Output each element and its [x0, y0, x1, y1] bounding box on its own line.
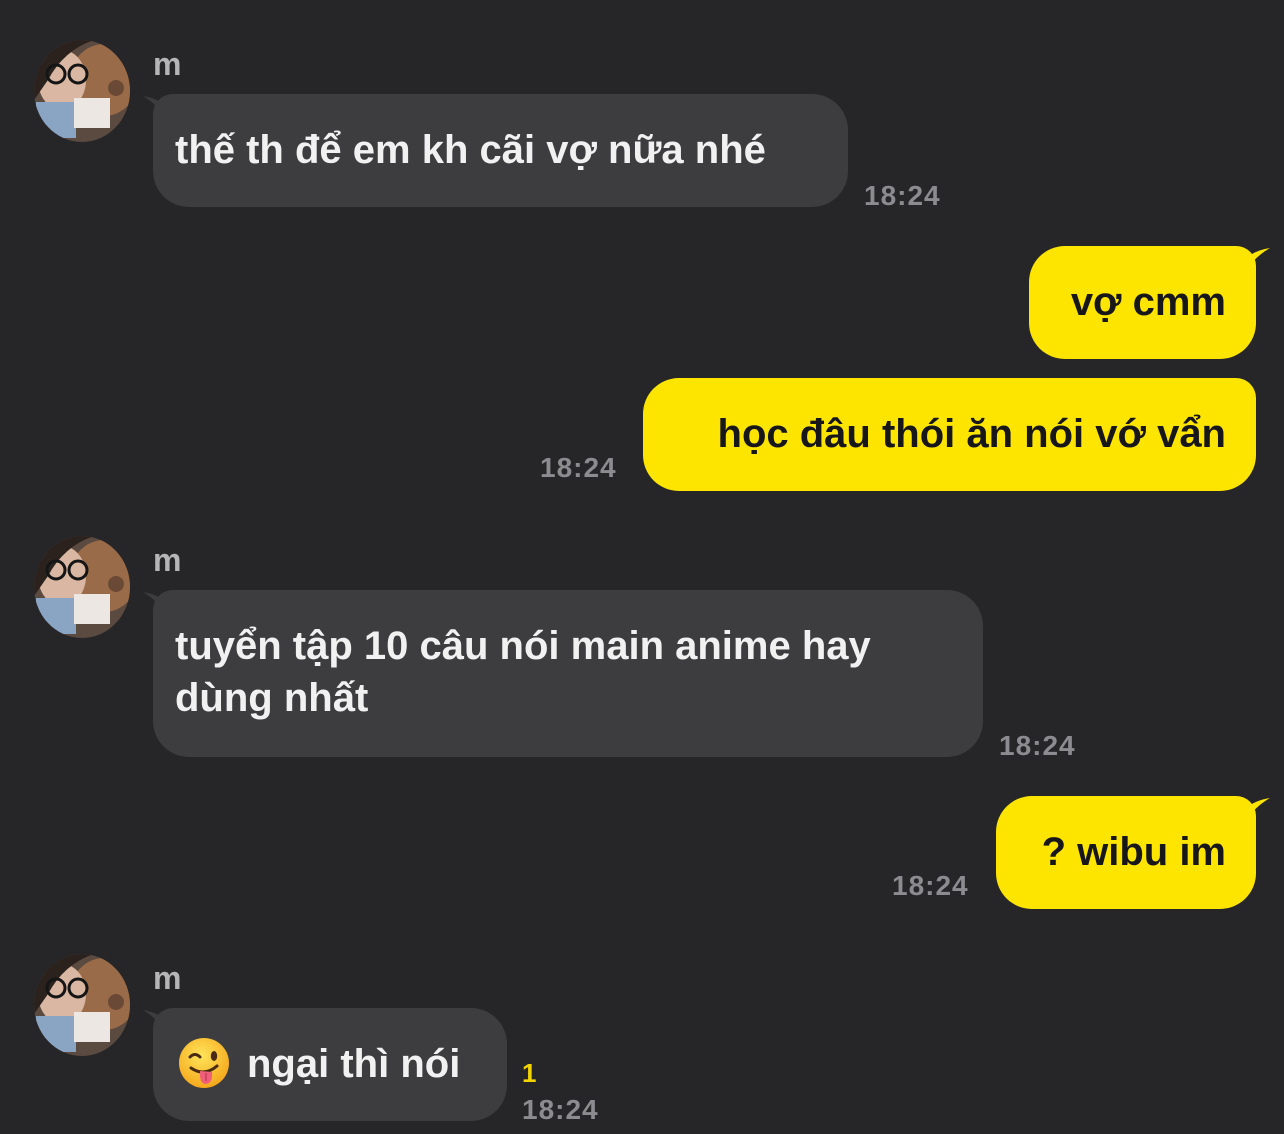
message-bubble[interactable]: ? wibu im	[996, 796, 1256, 909]
unread-count: 1	[522, 1058, 537, 1088]
profile-photo	[34, 954, 130, 1056]
message-time: 18:24	[522, 1094, 599, 1125]
sender-name: m	[153, 46, 182, 82]
message-time: 18:24	[864, 180, 941, 211]
message-bubble[interactable]: thế th để em kh cãi vợ nữa nhé	[153, 94, 848, 207]
chat-room: m thế th để em kh cãi vợ nữa nhé 18:24 v…	[0, 0, 1284, 1134]
sender-name: m	[153, 542, 182, 578]
message-text: ? wibu im	[1041, 830, 1226, 874]
message-bubble[interactable]: ngại thì nói	[153, 1008, 507, 1121]
message-text: học đâu thói ăn nói vớ vẩn	[717, 412, 1226, 456]
avatar[interactable]	[34, 954, 130, 1056]
message-text: ngại thì nói	[247, 1042, 461, 1086]
message-time: 18:24	[999, 730, 1076, 761]
message-text: thế th để em kh cãi vợ nữa nhé	[175, 128, 766, 172]
winking-face-with-tongue-icon	[179, 1038, 229, 1089]
avatar[interactable]	[34, 536, 130, 638]
message-bubble[interactable]: vợ cmm	[1029, 246, 1256, 359]
profile-photo	[34, 536, 130, 638]
message-time: 18:24	[892, 870, 969, 901]
profile-photo	[34, 40, 130, 142]
avatar[interactable]	[34, 40, 130, 142]
message-text: tuyển tập 10 câu nói main anime hay dùng…	[175, 624, 871, 720]
message-text: vợ cmm	[1070, 280, 1226, 324]
message-bubble[interactable]: tuyển tập 10 câu nói main anime hay dùng…	[153, 590, 983, 757]
message-bubble[interactable]: học đâu thói ăn nói vớ vẩn	[643, 378, 1256, 491]
sender-name: m	[153, 960, 182, 996]
message-time: 18:24	[540, 452, 617, 483]
